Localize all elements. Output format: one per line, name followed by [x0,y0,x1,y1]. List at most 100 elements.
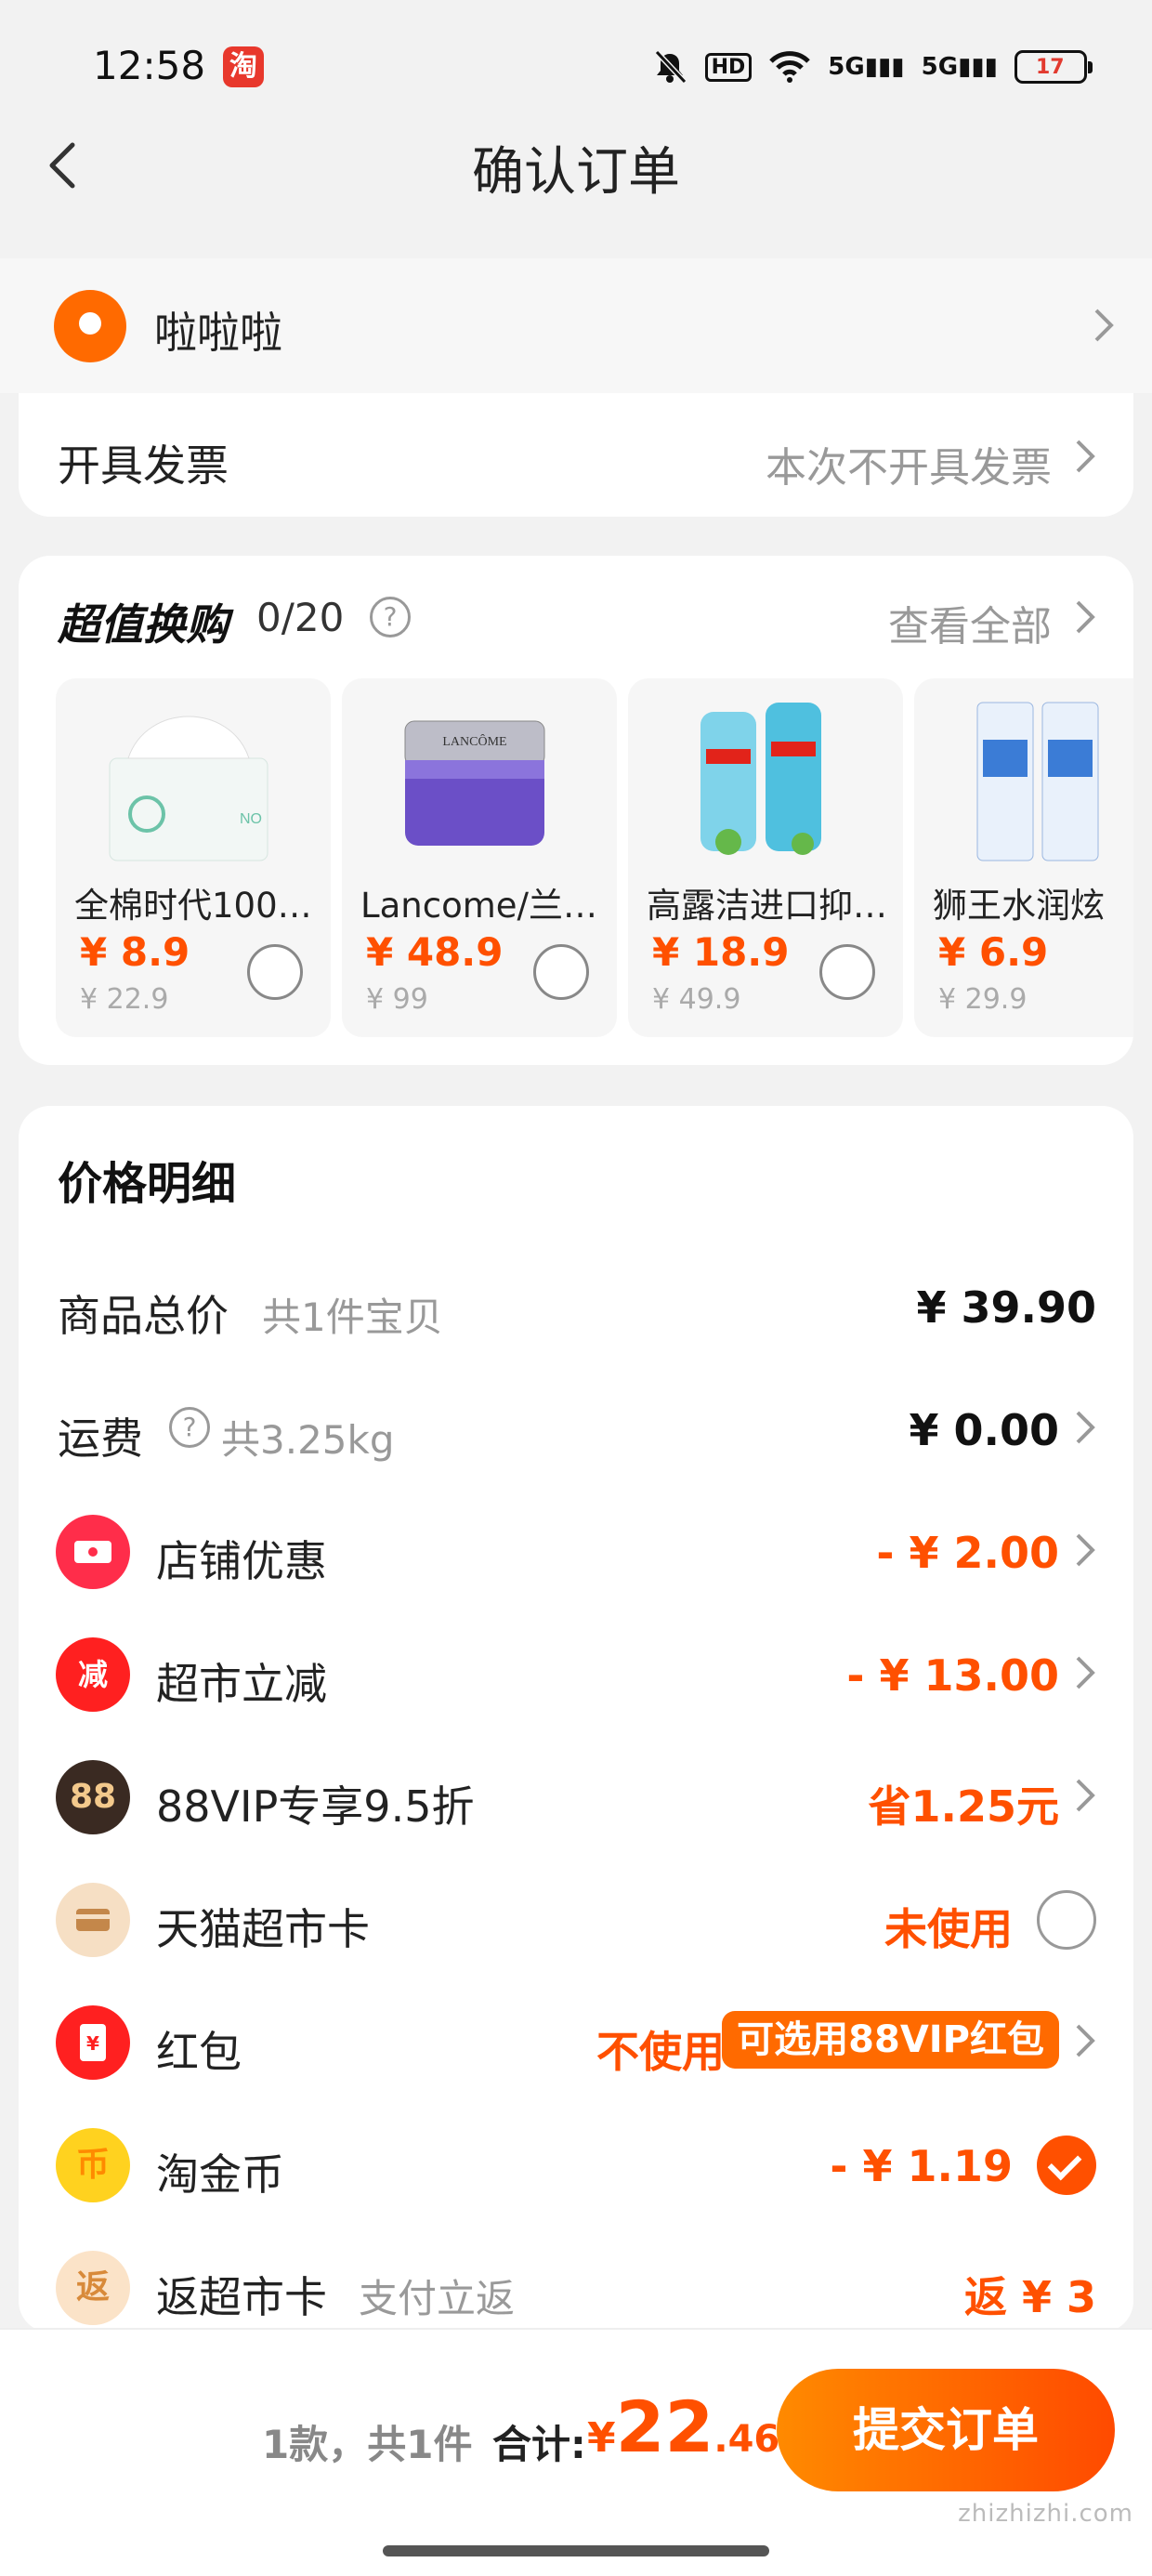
signal-5g-label-1: 5G [828,53,865,81]
goods-total-row: 商品总价 共1件宝贝 ¥ 39.90 [19,1245,1133,1368]
signal-5g-icon-1: 5G▮▮▮ [828,53,905,81]
market-discount-value: - ¥ 13.00 [846,1650,1059,1701]
total-amount: ¥22.46 [587,2385,779,2468]
signal-5g-label-2: 5G [921,53,959,81]
market-discount-row[interactable]: 减 超市立减 - ¥ 13.00 [19,1613,1133,1736]
watermark: zhizhizhi.com [958,2500,1133,2528]
rebate-value: 返 ¥ 3 [963,2272,1096,2322]
goods-total-label: 商品总价 [58,1291,229,1341]
deal-name: 高露洁进口抑… [647,886,887,926]
deals-count: 0/20 [256,595,345,640]
shipping-row[interactable]: 运费 ? 共3.25kg ¥ 0.00 [19,1368,1133,1491]
coins-label: 淘金币 [156,2149,284,2200]
shipping-label: 运费 [58,1413,143,1464]
help-icon[interactable]: ? [169,1407,210,1448]
home-indicator[interactable] [383,2545,769,2556]
toothpaste-product-image [976,702,1099,861]
submit-order-button[interactable]: 提交订单 [777,2369,1115,2491]
deal-price: ¥ 6.9 [938,929,1049,975]
coins-row[interactable]: 币 淘金币 - ¥ 1.19 [19,2104,1133,2227]
market-card-radio[interactable] [1037,1890,1096,1950]
help-icon[interactable]: ? [370,597,411,637]
red-packet-row[interactable]: ¥ 红包 不使用 可选用88VIP红包 [19,1981,1133,2104]
chevron-right-icon [1076,600,1095,634]
rebate-label: 返超市卡 [156,2272,327,2322]
hd-icon: HD [704,52,753,82]
page-title: 确认订单 [472,142,680,203]
vip-row[interactable]: 88 88VIP专享9.5折 省1.25元 [19,1736,1133,1859]
deal-price: ¥ 18.9 [652,929,790,975]
store-discount-row[interactable]: 店铺优惠 - ¥ 2.00 [19,1491,1133,1613]
chevron-right-icon [1076,1533,1095,1567]
deal-item[interactable]: LANCÔME Lancome/兰… ¥ 48.9 ¥ 99 [342,678,617,1037]
deal-original-price: ¥ 99 [366,983,428,1016]
status-icons: HD 5G▮▮▮ 5G▮▮▮ 17 [651,48,1093,85]
vip-red-packet-badge[interactable]: 可选用88VIP红包 [722,2011,1059,2069]
card-icon [56,1883,130,1957]
deal-select-radio[interactable] [819,944,875,1000]
market-discount-label: 超市立减 [156,1659,327,1709]
bottom-bar: 1款，共1件 合计: ¥22.46 提交订单 [0,2328,1152,2576]
mouthwash-product-image [700,703,821,855]
view-all-link[interactable]: 查看全部 [888,593,1052,652]
status-time: 12:58 [93,43,206,88]
address-name: 啦啦啦 [154,308,282,358]
red-packet-shape: ¥ [80,2024,106,2061]
store-discount-label: 店铺优惠 [156,1536,327,1586]
ticket-shape [74,1541,111,1563]
total-currency: ¥ [587,2414,616,2462]
deal-item[interactable]: 高露洁进口抑… ¥ 18.9 ¥ 49.9 [628,678,903,1037]
deal-name: 狮王水润炫 [933,886,1105,926]
market-card-label: 天猫超市卡 [156,1904,370,1954]
tissue-product-image: NO [109,716,268,861]
deal-item[interactable]: 狮王水润炫 ¥ 6.9 ¥ 29.9 [914,678,1133,1037]
total-decimal: .46 [713,2418,780,2461]
shipping-sub: 共3.25kg [221,1417,395,1463]
gold-coin-icon: 币 [56,2128,130,2202]
vip-label: 88VIP专享9.5折 [156,1781,475,1832]
market-card-value: 未使用 [884,1904,1013,1954]
shipping-value: ¥ 0.00 [909,1405,1059,1455]
market-card-row[interactable]: 天猫超市卡 未使用 [19,1859,1133,1981]
total-integer: 22 [615,2385,714,2468]
red-packet-value: 不使用 [596,2027,725,2077]
goods-total-sub: 共1件宝贝 [262,1295,443,1340]
chevron-right-icon [1076,2024,1095,2057]
invoice-value: 本次不开具发票 [766,444,1052,492]
price-detail-card: 价格明细 商品总价 共1件宝贝 ¥ 39.90 运费 ? 共3.25kg ¥ 0… [19,1106,1133,2333]
svg-text:¥: ¥ [86,2032,99,2055]
signal-5g-icon-2: 5G▮▮▮ [921,53,998,81]
svg-text:LANCÔME: LANCÔME [442,733,506,749]
location-pin-icon [54,290,126,362]
wifi-icon [769,51,811,83]
invoice-label: 开具发票 [58,440,229,491]
rebate-icon: 返 [56,2251,130,2325]
chevron-right-icon [1076,440,1095,473]
store-discount-value: - ¥ 2.00 [876,1528,1059,1578]
chevron-right-icon [1076,1779,1095,1812]
deal-select-radio[interactable] [247,944,303,1000]
deal-price: ¥ 8.9 [80,929,190,975]
battery-icon: 17 [1015,50,1093,84]
price-detail-title: 价格明细 [58,1158,237,1210]
coins-checked-checkbox[interactable] [1037,2136,1096,2195]
deal-original-price: ¥ 22.9 [80,983,169,1016]
invoice-row[interactable]: 开具发票 本次不开具发票 [19,393,1133,517]
chevron-right-icon [1076,1411,1095,1444]
chevron-right-icon [1076,1656,1095,1689]
total-label: 合计: [492,2422,586,2467]
taobao-notification-icon: 淘 [223,46,264,87]
deal-select-radio[interactable] [533,944,589,1000]
status-bar: 12:58 淘 HD 5G▮▮▮ 5G▮▮▮ 17 [0,0,1152,139]
red-packet-icon: ¥ [56,2005,130,2080]
battery-level: 17 [1036,55,1065,79]
mute-bell-icon [654,49,687,85]
deal-name: 全棉时代100… [74,886,312,926]
deals-title: 超值换购 [58,599,229,650]
deal-item[interactable]: NO 全棉时代100… ¥ 8.9 ¥ 22.9 [56,678,331,1037]
coins-value: - ¥ 1.19 [830,2141,1013,2191]
deal-name: Lancome/兰… [360,886,597,926]
deals-card: 超值换购 0/20 ? 查看全部 NO 全棉时代100… ¥ 8.9 ¥ 22.… [19,556,1133,1065]
ticket-icon [56,1515,130,1589]
address-row[interactable]: 啦啦啦 [0,258,1152,393]
